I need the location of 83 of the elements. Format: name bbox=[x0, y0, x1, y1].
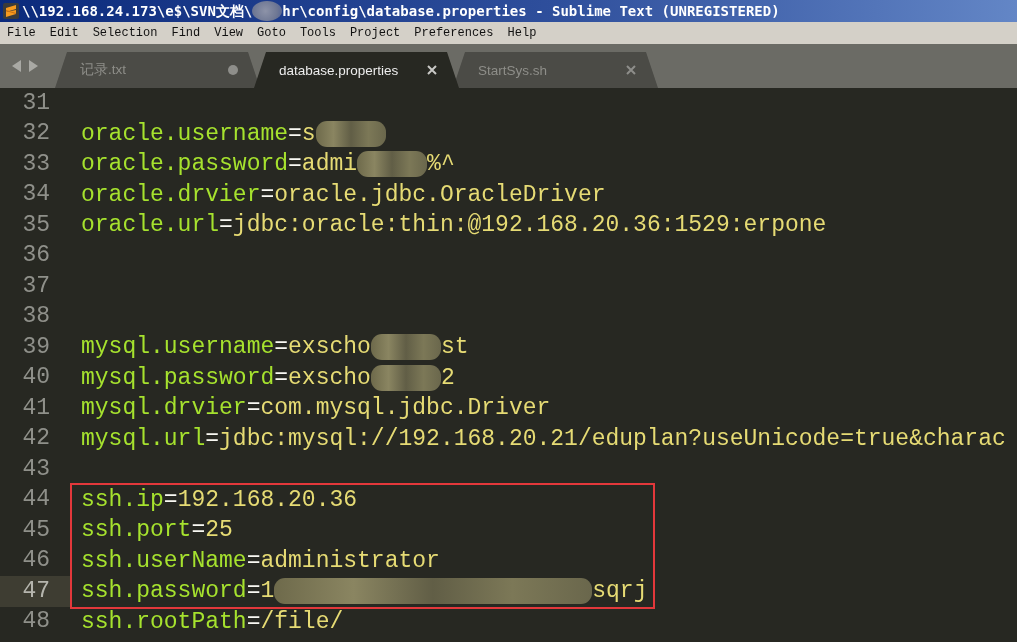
property-key: mysql.username bbox=[81, 334, 275, 361]
menu-item[interactable]: Tools bbox=[292, 24, 343, 42]
property-value: admi bbox=[301, 151, 358, 178]
line-number: 43 bbox=[22, 456, 50, 482]
line-number: 32 bbox=[22, 121, 50, 147]
property-value: jdbc:mysql://192.168.20.21/eduplan?useUnicode=true&charac bbox=[219, 425, 1006, 452]
blur-patch bbox=[370, 364, 441, 391]
equals-sign: = bbox=[219, 212, 233, 239]
property-key: ssh.userName bbox=[81, 547, 247, 574]
equals-sign: = bbox=[274, 364, 289, 391]
line-number: 40 bbox=[22, 365, 50, 391]
menu-item[interactable]: Preferences bbox=[407, 24, 501, 42]
property-key: mysql.url bbox=[81, 425, 206, 452]
equals-sign: = bbox=[274, 334, 289, 361]
property-key: ssh.port bbox=[81, 517, 192, 544]
app-logo-icon bbox=[3, 3, 19, 19]
equals-sign: = bbox=[246, 608, 261, 635]
line-number: 36 bbox=[22, 243, 50, 269]
property-value: exscho bbox=[288, 334, 371, 361]
menu-item[interactable]: View bbox=[207, 24, 251, 42]
property-key: oracle.password bbox=[81, 151, 289, 178]
file-tab[interactable]: database.properties bbox=[254, 52, 459, 88]
line-number: 33 bbox=[22, 151, 50, 177]
property-key: mysql.password bbox=[81, 364, 275, 391]
line-number: 42 bbox=[22, 426, 50, 452]
property-key: oracle.username bbox=[81, 120, 289, 147]
equals-sign: = bbox=[260, 181, 275, 208]
line-number: 31 bbox=[22, 90, 50, 116]
property-key: oracle.url bbox=[81, 212, 220, 239]
property-value: administrator bbox=[260, 547, 440, 574]
line-number: 44 bbox=[22, 487, 50, 513]
property-value: 2 bbox=[440, 364, 455, 391]
blur-patch bbox=[315, 120, 386, 147]
property-value: %^ bbox=[427, 151, 455, 178]
line-number: 38 bbox=[22, 304, 50, 330]
blur-patch bbox=[252, 1, 283, 21]
property-value: com.mysql.jdbc.Driver bbox=[260, 395, 551, 422]
line-number: 45 bbox=[22, 517, 50, 543]
property-value: exscho bbox=[288, 364, 371, 391]
line-number: 41 bbox=[22, 395, 50, 421]
property-value: st bbox=[440, 334, 469, 361]
property-value: 1 bbox=[260, 578, 275, 605]
property-value: s bbox=[301, 120, 316, 147]
menu-item[interactable]: Selection bbox=[85, 24, 165, 42]
line-number: 35 bbox=[22, 212, 50, 238]
equals-sign: = bbox=[246, 547, 261, 574]
close-icon[interactable] bbox=[427, 65, 437, 75]
equals-sign: = bbox=[191, 517, 206, 544]
menu-item[interactable]: Find bbox=[164, 24, 208, 42]
equals-sign: = bbox=[246, 578, 261, 605]
menu-item[interactable]: Edit bbox=[42, 24, 86, 42]
line-number: 46 bbox=[22, 548, 50, 574]
line-number: 39 bbox=[22, 334, 50, 360]
menu-item[interactable]: Help bbox=[500, 24, 544, 42]
blur-patch bbox=[357, 151, 428, 178]
property-value: oracle.jdbc.OracleDriver bbox=[274, 181, 606, 208]
left-arrow-icon[interactable] bbox=[12, 60, 22, 72]
property-key: oracle.drvier bbox=[81, 181, 261, 208]
window-title: \\192.168.24.173\e$\SVN文档\ bbox=[22, 2, 253, 20]
window-title: hr\config\database.properties - Sublime Text (UNREGISTERED) bbox=[282, 2, 780, 20]
property-key: mysql.drvier bbox=[81, 395, 247, 422]
property-key: ssh.ip bbox=[81, 486, 164, 513]
line-number: 37 bbox=[22, 273, 50, 299]
property-key: ssh.rootPath bbox=[81, 608, 247, 635]
menu-item[interactable]: Goto bbox=[250, 24, 293, 42]
menu-item[interactable]: Project bbox=[342, 24, 408, 42]
equals-sign: = bbox=[288, 151, 302, 178]
right-arrow-icon[interactable] bbox=[28, 60, 38, 72]
property-value: jdbc:oracle:thin:@192.168.20.36:1529:erpone bbox=[232, 212, 827, 239]
line-number: 48 bbox=[22, 609, 50, 635]
property-value: 192.168.20.36 bbox=[177, 486, 358, 513]
property-key: ssh.password bbox=[81, 578, 247, 605]
line-number: 34 bbox=[22, 182, 50, 208]
line-number: 47 bbox=[22, 578, 50, 604]
property-value: 25 bbox=[205, 517, 233, 544]
equals-sign: = bbox=[163, 486, 178, 513]
menu-item[interactable]: File bbox=[0, 24, 43, 42]
equals-sign: = bbox=[246, 395, 261, 422]
equals-sign: = bbox=[288, 120, 302, 147]
equals-sign: = bbox=[205, 425, 220, 452]
property-value: /file/ bbox=[260, 608, 344, 635]
property-value: sqrj bbox=[592, 578, 648, 605]
blur-patch bbox=[370, 334, 441, 361]
